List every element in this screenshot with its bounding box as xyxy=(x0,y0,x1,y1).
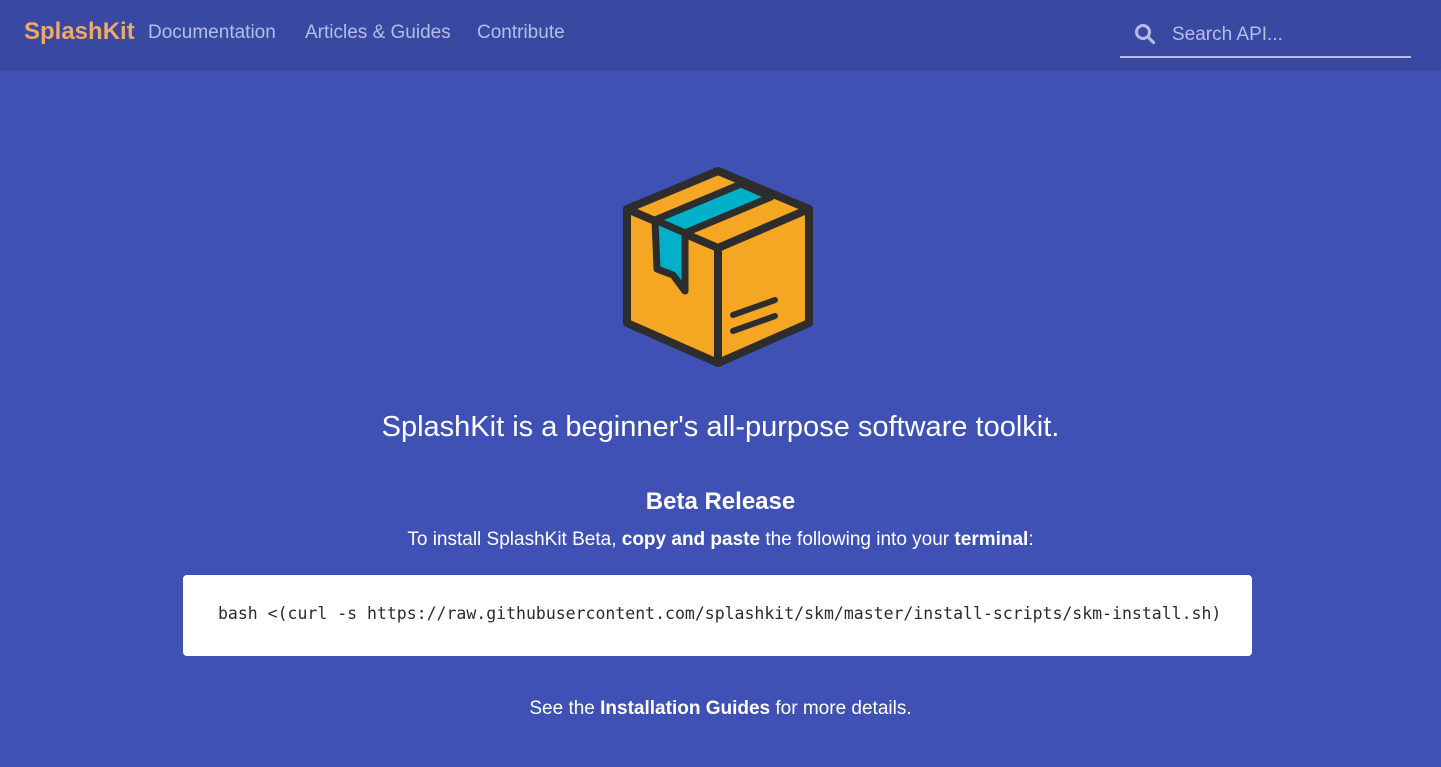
install-text-middle: the following into your xyxy=(760,529,955,550)
nav-link-contribute[interactable]: Contribute xyxy=(477,22,565,44)
install-text-copy-paste: copy and paste xyxy=(621,529,761,550)
install-command-box[interactable]: bash <(curl -s https://raw.githubusercon… xyxy=(183,575,1252,656)
search-box xyxy=(1120,16,1411,58)
install-command-text[interactable]: bash <(curl -s https://raw.githubusercon… xyxy=(218,604,1221,623)
hero-tagline: SplashKit is a beginner's all-purpose so… xyxy=(381,411,1060,443)
install-text-prefix: To install SplashKit Beta, xyxy=(407,529,622,550)
installation-guides-note: See the Installation Guides for more det… xyxy=(0,698,1441,720)
nav-link-documentation[interactable]: Documentation xyxy=(148,22,276,44)
beta-release-heading: Beta Release xyxy=(645,488,796,515)
nav-link-articles-guides[interactable]: Articles & Guides xyxy=(305,22,451,44)
brand-logo-link[interactable]: SplashKit xyxy=(24,18,135,46)
install-text-terminal: terminal xyxy=(954,529,1029,550)
details-suffix: for more details. xyxy=(770,698,912,719)
top-navbar: SplashKit Documentation Articles & Guide… xyxy=(0,0,1441,68)
search-input[interactable] xyxy=(1172,20,1402,50)
search-icon[interactable] xyxy=(1134,23,1156,45)
installation-guides-link[interactable]: Installation Guides xyxy=(600,698,770,719)
install-instructions: To install SplashKit Beta, copy and past… xyxy=(0,529,1441,551)
details-prefix: See the xyxy=(529,698,601,719)
install-text-suffix: : xyxy=(1028,529,1034,550)
package-box-icon xyxy=(623,167,813,367)
